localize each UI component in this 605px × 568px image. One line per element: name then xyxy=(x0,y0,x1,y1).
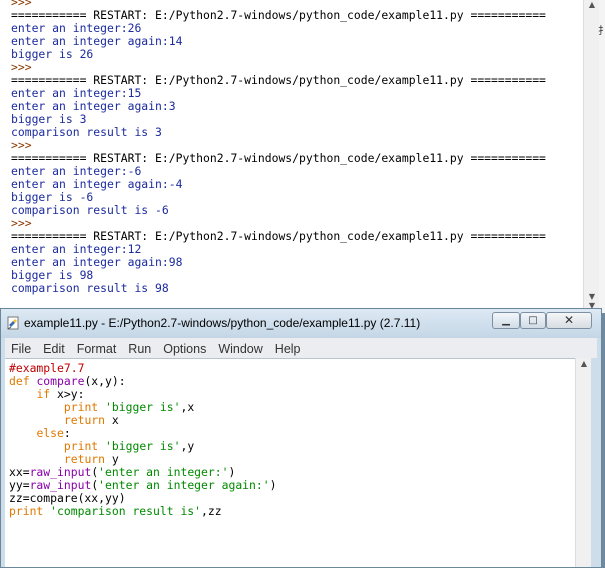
code-token: ,y xyxy=(180,439,195,453)
code-token: x>y: xyxy=(50,387,85,401)
minimize-button[interactable]: ▁ xyxy=(492,312,520,329)
code-token: print xyxy=(9,504,44,518)
code-token: y xyxy=(105,452,119,466)
maximize-button[interactable]: □ xyxy=(520,312,546,329)
code-token: #example7.7 xyxy=(9,361,85,375)
shell-line: comparison result is -6 xyxy=(11,203,169,217)
code-text[interactable]: #example7.7 def compare(x,y): if x>y: pri… xyxy=(9,362,276,518)
menu-item-options[interactable]: Options xyxy=(163,339,206,359)
menu-item-window[interactable]: Window xyxy=(218,339,262,359)
maximize-icon: □ xyxy=(528,315,538,326)
background-window-edge xyxy=(599,0,605,313)
code-token: : xyxy=(63,426,71,440)
menu-item-file[interactable]: File xyxy=(11,339,31,359)
code-token: def xyxy=(9,374,30,388)
code-token: (x,y): xyxy=(84,374,126,388)
code-token: ) xyxy=(228,465,236,479)
code-line: print 'comparison result is',zz xyxy=(9,505,276,518)
code-token: 'comparison result is' xyxy=(50,504,202,518)
side-glyph: 扌 xyxy=(598,26,605,37)
code-token: return xyxy=(63,452,106,466)
code-token: zz=compare(xx,yy) xyxy=(9,491,126,505)
code-token: x xyxy=(105,413,119,427)
title-bar[interactable]: example11.py - E:/Python2.7-windows/pyth… xyxy=(1,309,601,338)
code-token: raw_input xyxy=(29,465,92,479)
shell-line: comparison result is 3 xyxy=(11,125,162,139)
shell-line: bigger is 26 xyxy=(11,47,94,61)
code-token: if xyxy=(36,387,51,401)
python-idle-icon xyxy=(7,316,19,330)
editor-window: example11.py - E:/Python2.7-windows/pyth… xyxy=(0,308,602,568)
menu-item-help[interactable]: Help xyxy=(275,339,301,359)
scroll-up-icon[interactable]: ▲ xyxy=(584,0,600,10)
code-token: 'enter an integer:' xyxy=(98,465,229,479)
code-token: ,zz xyxy=(201,504,222,518)
close-icon: ✕ xyxy=(563,313,575,327)
shell-line: enter an integer again:3 xyxy=(11,99,176,113)
code-token: compare xyxy=(36,374,85,388)
code-token: print xyxy=(63,439,99,453)
window-title: example11.py - E:/Python2.7-windows/pyth… xyxy=(24,316,421,330)
editor-vertical-scrollbar[interactable]: ▲ xyxy=(575,358,591,567)
code-editor[interactable]: #example7.7 def compare(x,y): if x>y: pri… xyxy=(5,358,575,567)
code-token: else xyxy=(36,426,64,440)
code-token: xx= xyxy=(9,465,30,479)
shell-window: >>> =========== RESTART: E:/Python2.7-win… xyxy=(0,0,583,313)
code-token: print xyxy=(63,400,99,414)
minimize-icon: ▁ xyxy=(502,315,510,326)
code-token: ,x xyxy=(180,400,195,414)
menu-bar: File Edit Format Run Options Window Help xyxy=(5,338,597,358)
code-token: ) xyxy=(269,478,277,492)
code-token: return xyxy=(63,413,106,427)
shell-output[interactable]: >>> =========== RESTART: E:/Python2.7-win… xyxy=(11,0,546,295)
menu-item-format[interactable]: Format xyxy=(77,339,117,359)
scroll-up-icon[interactable]: ▲ xyxy=(576,358,592,370)
code-token: 'bigger is' xyxy=(105,439,181,453)
shell-vertical-scrollbar[interactable]: ▲ ▼ ▼ xyxy=(583,0,599,313)
menu-item-run[interactable]: Run xyxy=(128,339,151,359)
code-token: yy= xyxy=(9,478,30,492)
close-button[interactable]: ✕ xyxy=(546,312,592,329)
code-token: 'bigger is' xyxy=(105,400,181,414)
menu-item-edit[interactable]: Edit xyxy=(43,339,65,359)
code-token: 'enter an integer again:' xyxy=(98,478,270,492)
code-token: raw_input xyxy=(29,478,92,492)
shell-line: comparison result is 98 xyxy=(11,281,169,295)
